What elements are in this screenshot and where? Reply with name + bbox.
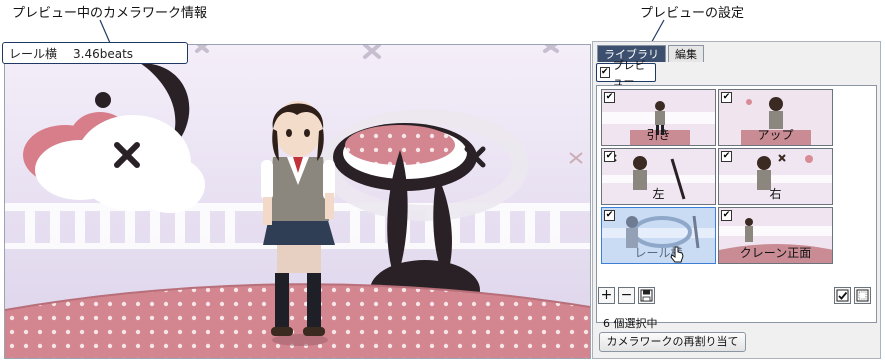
thumbnail-label: 右 xyxy=(769,187,782,201)
thumbnail-label: レール横 xyxy=(634,246,683,260)
preview-viewport[interactable] xyxy=(4,44,591,359)
thumbnail-hiki[interactable]: ✔ 引き xyxy=(601,89,716,146)
thumbnail-crane-front[interactable]: ✔ クレーン正面 xyxy=(718,207,833,264)
thumbnail-left[interactable]: ✔ 左 xyxy=(601,148,716,205)
thumbnail-checkbox[interactable]: ✔ xyxy=(604,210,615,221)
thumbnail-up[interactable]: ✔ アップ xyxy=(718,89,833,146)
thumbnail-rail-side[interactable]: ✔ レール横 xyxy=(601,207,716,264)
uncheck-all-icon xyxy=(856,289,869,302)
remove-button[interactable]: − xyxy=(618,287,635,304)
preview-toggle-label: プレビュー xyxy=(612,58,646,88)
save-icon xyxy=(640,289,653,302)
check-all-button[interactable] xyxy=(834,287,851,304)
preview-toggle[interactable]: ✔ プレビュー xyxy=(596,59,656,88)
checkbox-checked-icon[interactable]: ✔ xyxy=(600,67,610,78)
thumbnail-checkbox[interactable]: ✔ xyxy=(604,151,615,162)
reassign-camerawork-button[interactable]: カメラワークの再割り当て xyxy=(599,332,746,352)
thumbnail-label: アップ xyxy=(757,128,794,142)
camera-library-panel: ライブラリ 編集 ✔ プレビュー ✔ 引き ✔ アップ ✔ 左 ✔ 右 ✔ レー… xyxy=(592,41,881,359)
thumbnail-checkbox[interactable]: ✔ xyxy=(604,92,615,103)
save-button[interactable] xyxy=(638,287,655,304)
dance-stage-scene xyxy=(5,45,590,358)
thumbnail-checkbox[interactable]: ✔ xyxy=(721,210,732,221)
uncheck-all-button[interactable] xyxy=(854,287,871,304)
add-button[interactable]: + xyxy=(598,287,615,304)
thumbnail-right[interactable]: ✔ 右 xyxy=(718,148,833,205)
mouse-cursor-icon xyxy=(670,246,684,263)
tab-edit[interactable]: 編集 xyxy=(668,45,704,62)
thumbnail-label: クレーン正面 xyxy=(739,246,812,260)
camera-info-box: レール横 3.46beats xyxy=(2,42,188,64)
plus-icon: + xyxy=(600,287,613,303)
beat-position: 3.46beats xyxy=(73,47,134,61)
thumbnail-checkbox[interactable]: ✔ xyxy=(721,151,732,162)
selection-count: 6 個選択中 xyxy=(603,317,658,330)
thumbnail-label: 引き xyxy=(646,128,671,142)
thumbnail-checkbox[interactable]: ✔ xyxy=(721,92,732,103)
minus-icon: − xyxy=(620,287,633,303)
camera-name: レール横 xyxy=(9,47,58,61)
check-all-icon xyxy=(836,289,849,302)
callout-preview-settings: プレビューの設定 xyxy=(640,6,745,21)
callout-camera-info: プレビュー中のカメラワーク情報 xyxy=(12,6,208,21)
thumbnail-label: 左 xyxy=(652,187,665,201)
